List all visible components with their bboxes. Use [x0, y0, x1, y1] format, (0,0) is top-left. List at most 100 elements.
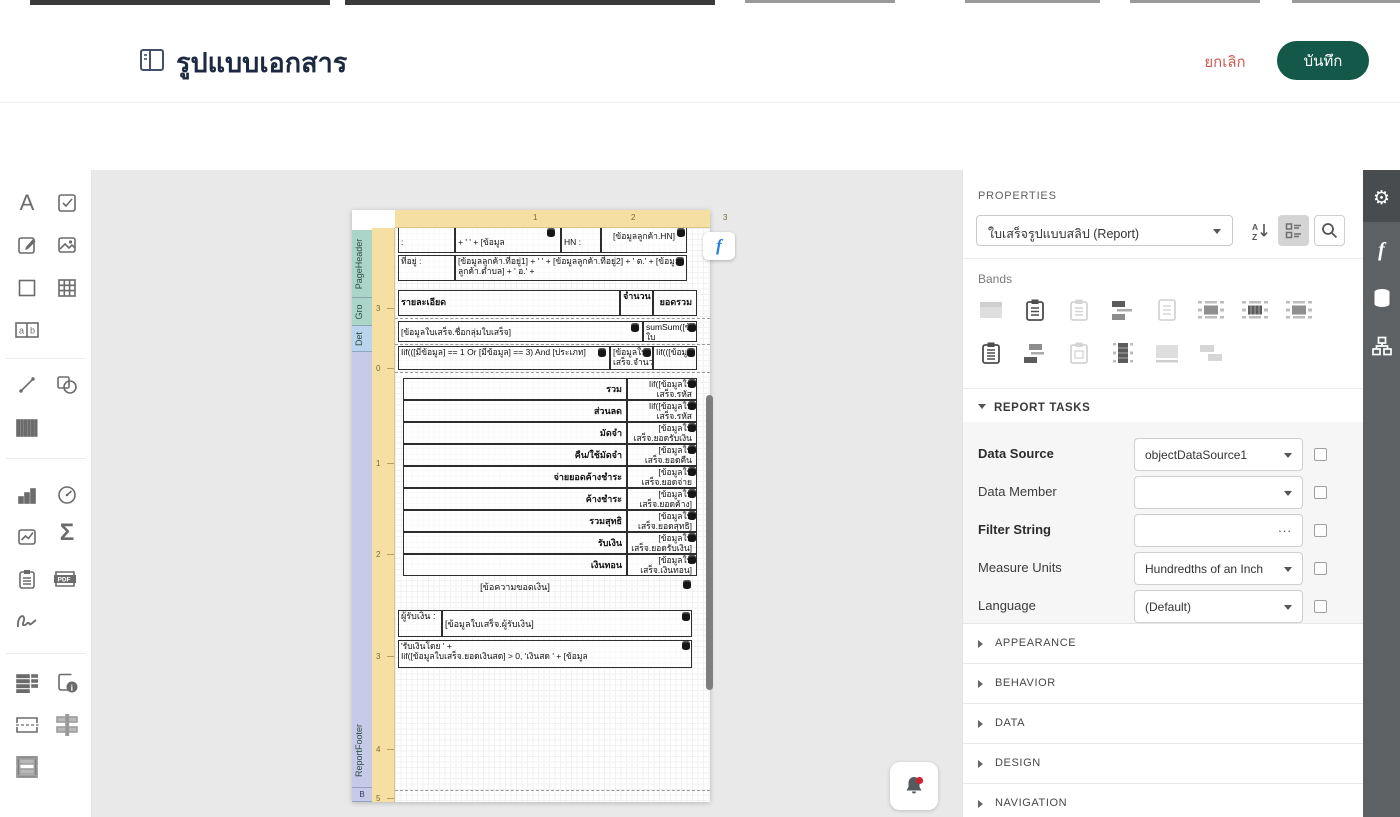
report-cell[interactable]: Iif([ข้อมูลใบเสร็จ.รหัส — [627, 378, 697, 400]
band-icon-detail[interactable] — [1152, 296, 1182, 324]
report-cell[interactable]: ที่อยู่ : — [398, 255, 455, 281]
band-icon-verticalband[interactable] — [1108, 339, 1138, 367]
report-cell[interactable]: [ข้อมูลใบเสร็จ.เงินทอน] — [627, 554, 697, 576]
measure-units-checkbox[interactable] — [1314, 562, 1327, 575]
canvas-scrollbar[interactable] — [706, 395, 713, 690]
report-cell[interactable]: คืน/ใช้มัดจำ — [403, 444, 627, 466]
section-appearance[interactable]: APPEARANCE — [963, 623, 1364, 663]
filter-string-checkbox[interactable] — [1314, 524, 1327, 537]
report-cell[interactable]: เงินทอน — [403, 554, 627, 576]
report-cell[interactable]: [ข้อมูลใบเสร็จ.ยอดรับเงิน] — [627, 532, 697, 554]
notification-bell-button[interactable] — [890, 762, 938, 810]
report-tasks-header[interactable]: REPORT TASKS — [978, 402, 1090, 414]
data-member-select[interactable] — [1134, 476, 1303, 509]
report-cell[interactable]: Iif([ข้อมูลใบเสร็จ.รหัส — [627, 400, 697, 422]
report-cell[interactable]: จำนวน — [620, 290, 653, 316]
expressions-fx-icon[interactable]: f — [1363, 232, 1400, 268]
report-cell[interactable]: รวม — [403, 378, 627, 400]
section-data[interactable]: DATA — [963, 703, 1364, 743]
report-cell[interactable]: [ข้อมูลใบเสร็จ.ยอดจ่าย — [627, 466, 697, 488]
report-cell[interactable]: ค้างชำระ — [403, 488, 627, 510]
panel-tool-icon[interactable] — [12, 273, 42, 303]
band-icon-reportfooter[interactable] — [976, 339, 1006, 367]
subreport-tool-icon[interactable] — [12, 668, 42, 698]
report-cell[interactable]: [ข้อมูลลูกค้า.ที่อยู่1] + ' ' + [ข้อมูลล… — [455, 255, 687, 281]
summary-tool-icon[interactable]: Σ — [52, 518, 82, 548]
report-cell[interactable]: รับเงิน — [403, 532, 627, 554]
cross-band-box-tool-icon[interactable] — [12, 752, 42, 782]
band-reportfooter[interactable]: ReportFooter — [352, 352, 372, 788]
category-view-button[interactable] — [1278, 215, 1309, 246]
report-cell[interactable]: [ข้อมูลใบเสร็จ.ยอดสุทธิ] — [627, 510, 697, 532]
shape-tool-icon[interactable] — [52, 370, 82, 400]
band-icon-pageheader-alt[interactable] — [1064, 339, 1094, 367]
barcode-tool-icon[interactable] — [12, 413, 42, 443]
report-content[interactable]: : + ' ' + [ข้อมูล HN : [ข้อมูลลูกค้า.HN]… — [395, 228, 710, 802]
report-cell[interactable]: รวมสุทธิ — [403, 510, 627, 532]
section-behavior[interactable]: BEHAVIOR — [963, 663, 1364, 703]
band-icon-groupfooter[interactable] — [1240, 296, 1270, 324]
report-cell[interactable]: รายละเอียด — [398, 290, 620, 316]
sparkline-tool-icon[interactable] — [12, 522, 42, 552]
report-explorer-hierarchy-icon[interactable] — [1363, 328, 1400, 364]
design-surface[interactable]: 1 2 3 PageHeader Gro Det ReportFooter B … — [92, 170, 962, 817]
report-cell[interactable]: จ่ายยอดค้างชำระ — [403, 466, 627, 488]
band-icon-topmargin[interactable] — [976, 296, 1006, 324]
band-detail[interactable]: Det — [352, 326, 372, 352]
section-design[interactable]: DESIGN — [963, 743, 1364, 783]
report-cell[interactable]: [ข้อมูลลูกค้า.HN] — [601, 228, 687, 253]
report-cell[interactable]: ยอดรวม — [653, 290, 697, 316]
object-selector[interactable]: ใบเสร็จรูปแบบสลิป (Report) — [976, 215, 1233, 246]
report-cell[interactable]: [ข้อความขอดเงิน] — [415, 582, 615, 598]
pdf-content-tool-icon[interactable]: PDF — [50, 564, 80, 594]
expression-fx-button[interactable]: f — [703, 232, 735, 260]
band-icon-bottommargin[interactable] — [1152, 339, 1182, 367]
data-source-checkbox[interactable] — [1314, 448, 1327, 461]
band-icon-groupheader[interactable] — [1108, 296, 1138, 324]
report-cell[interactable]: + ' ' + [ข้อมูล — [455, 228, 561, 253]
band-icon-reportheader[interactable] — [1020, 296, 1050, 324]
page-info-tool-icon[interactable]: i — [52, 668, 82, 698]
report-cell[interactable]: ผู้รับเงิน : — [398, 610, 442, 637]
report-cell[interactable]: Iif(([มีข้อมูล] == 1 Or [มีข้อมูล] == 3)… — [398, 346, 610, 370]
band-icon-pagefooter[interactable] — [1284, 296, 1314, 324]
gauge-tool-icon[interactable] — [52, 480, 82, 510]
report-cell[interactable]: มัดจำ — [403, 422, 627, 444]
character-comb-tool-icon[interactable]: ab — [12, 315, 42, 345]
data-source-select[interactable]: objectDataSource1 — [1134, 438, 1303, 471]
report-cell[interactable]: [ข้อมูลใบเสร็จ.ชื่อกลุ่มใบเสร็จ] — [398, 321, 643, 342]
band-groupheader[interactable]: Gro — [352, 298, 372, 326]
picture-tool-icon[interactable] — [52, 230, 82, 260]
data-source-database-icon[interactable] — [1363, 280, 1400, 316]
report-cell[interactable]: [ข้อมูลใบเสร็จ.ยอดคืน — [627, 444, 697, 466]
richtext-tool-icon[interactable] — [12, 230, 42, 260]
report-cell[interactable]: HN : — [561, 228, 601, 253]
signature-tool-icon[interactable] — [12, 606, 42, 636]
chart-tool-icon[interactable] — [12, 480, 42, 510]
band-icon-subband[interactable] — [1196, 339, 1226, 367]
band-icon-pageheader[interactable] — [1064, 296, 1094, 324]
band-pageheader[interactable]: PageHeader — [352, 230, 372, 298]
band-icon-groupband[interactable] — [1020, 339, 1050, 367]
cancel-button[interactable]: ยกเลิก — [1190, 50, 1260, 74]
sort-az-button[interactable]: AZ — [1245, 215, 1276, 246]
filter-string-input[interactable]: ... — [1134, 514, 1303, 547]
search-button[interactable] — [1314, 215, 1345, 246]
report-cell[interactable]: 'รับเงินโดย ' + Iif([ข้อมูลใบเสร็จ.ยอดเง… — [398, 640, 692, 668]
line-tool-icon[interactable] — [12, 370, 42, 400]
page-break-tool-icon[interactable] — [12, 710, 42, 740]
report-cell[interactable]: : — [398, 228, 455, 253]
cross-band-line-tool-icon[interactable] — [52, 710, 82, 740]
ellipsis-icon[interactable]: ... — [1278, 520, 1292, 535]
band-icon-detailreport[interactable] — [1196, 296, 1226, 324]
checkbox-tool-icon[interactable] — [52, 188, 82, 218]
measure-units-select[interactable]: Hundredths of an Inch — [1134, 552, 1303, 585]
properties-gear-icon[interactable]: ⚙ — [1363, 180, 1400, 216]
report-cell[interactable]: [ข้อมูลใบเสร็จ.ผู้รับเงิน] — [442, 610, 692, 637]
report-cell[interactable]: [ข้อมูลใบเสร็จ.ยอดรับเงิน — [627, 422, 697, 444]
section-navigation[interactable]: NAVIGATION — [963, 783, 1364, 817]
language-select[interactable]: (Default) — [1134, 590, 1303, 623]
report-cell[interactable]: [ข้อมูลใบเสร็จ.ยอดค้าง] — [627, 488, 697, 510]
label-tool-icon[interactable]: A — [12, 188, 42, 218]
data-member-checkbox[interactable] — [1314, 486, 1327, 499]
